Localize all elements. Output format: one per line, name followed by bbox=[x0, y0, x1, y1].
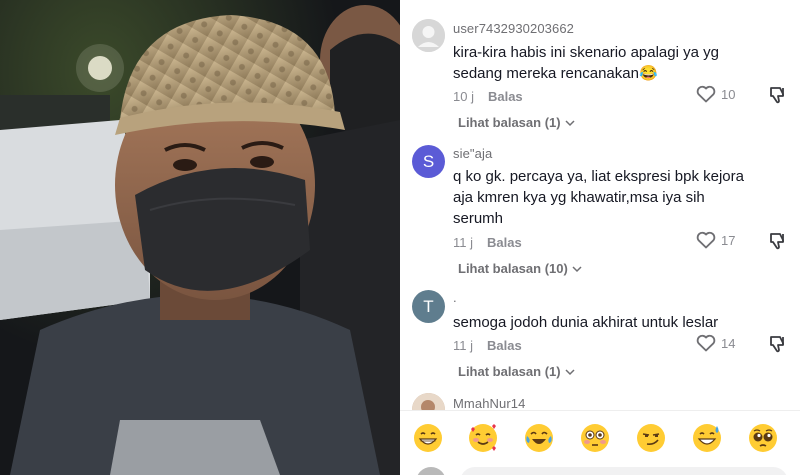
dislike-button[interactable] bbox=[768, 85, 788, 110]
view-replies-label: Lihat balasan (1) bbox=[458, 115, 561, 130]
chevron-down-icon bbox=[565, 119, 575, 126]
comment-username[interactable]: sie"aja bbox=[453, 146, 492, 161]
smiling-hearts-emoji-icon[interactable] bbox=[468, 423, 498, 453]
comment-time: 10 j bbox=[453, 89, 474, 104]
dislike-button[interactable] bbox=[768, 231, 788, 256]
comment-time: 11 j bbox=[453, 338, 473, 353]
thumbs-down-icon bbox=[770, 87, 784, 104]
comment-time: 11 j bbox=[453, 235, 473, 250]
heart-icon bbox=[696, 231, 716, 249]
default-avatar-icon bbox=[412, 19, 445, 52]
like-button[interactable]: 10 bbox=[696, 85, 735, 103]
comment-meta: 11 j Balas bbox=[453, 235, 522, 250]
flushed-emoji-icon[interactable] bbox=[580, 423, 610, 453]
comment-text: semoga jodoh dunia akhirat untuk leslar bbox=[453, 314, 719, 331]
avatar[interactable] bbox=[412, 19, 445, 52]
video-photo[interactable] bbox=[0, 0, 400, 475]
comment-username[interactable]: user7432930203662 bbox=[453, 21, 574, 36]
chevron-down-icon bbox=[565, 368, 575, 375]
like-count: 10 bbox=[721, 86, 736, 102]
comment-username[interactable]: MmahNur14 bbox=[453, 396, 525, 411]
chevron-down-icon bbox=[572, 265, 582, 272]
like-button[interactable]: 17 bbox=[696, 231, 735, 249]
heart-icon bbox=[696, 334, 716, 352]
reply-button[interactable]: Balas bbox=[487, 235, 522, 250]
my-avatar bbox=[416, 467, 446, 475]
view-replies-label: Lihat balasan (10) bbox=[458, 261, 568, 276]
comment-input[interactable] bbox=[460, 467, 788, 475]
tears-of-joy-emoji-icon[interactable] bbox=[524, 423, 554, 453]
comment-meta: 10 j Balas bbox=[453, 89, 523, 104]
like-button[interactable]: 14 bbox=[696, 334, 735, 352]
comment-meta: 11 j Balas bbox=[453, 338, 522, 353]
person-photo bbox=[0, 0, 400, 475]
heart-icon bbox=[696, 85, 716, 103]
thumbs-down-icon bbox=[770, 336, 784, 353]
grin-sweat-emoji-icon[interactable] bbox=[692, 423, 722, 453]
view-replies-button[interactable]: Lihat balasan (1) bbox=[458, 364, 575, 379]
comment-username[interactable]: . bbox=[453, 290, 457, 305]
reply-button[interactable]: Balas bbox=[487, 338, 522, 353]
emoji-quick-bar bbox=[400, 410, 800, 465]
thumbs-down-icon bbox=[770, 233, 784, 250]
like-count: 17 bbox=[721, 232, 736, 248]
reply-button[interactable]: Balas bbox=[488, 89, 523, 104]
pleading-face-emoji-icon[interactable] bbox=[748, 423, 778, 453]
comment-text: kira-kira habis ini skenario apalagi ya … bbox=[453, 44, 719, 82]
like-count: 14 bbox=[721, 335, 736, 351]
smirk-emoji-icon[interactable] bbox=[636, 423, 666, 453]
grin-emoji-icon[interactable] bbox=[413, 423, 443, 453]
comments-panel: user7432930203662 kira-kira habis ini sk… bbox=[400, 0, 800, 475]
view-replies-button[interactable]: Lihat balasan (1) bbox=[458, 115, 575, 130]
avatar[interactable]: T bbox=[412, 290, 445, 323]
dislike-button[interactable] bbox=[768, 334, 788, 359]
view-replies-button[interactable]: Lihat balasan (10) bbox=[458, 261, 582, 276]
avatar[interactable]: S bbox=[412, 145, 445, 178]
comment-input-area bbox=[400, 465, 800, 475]
view-replies-label: Lihat balasan (1) bbox=[458, 364, 561, 379]
comment-text: q ko gk. percaya ya, liat ekspresi bpk k… bbox=[453, 168, 744, 227]
